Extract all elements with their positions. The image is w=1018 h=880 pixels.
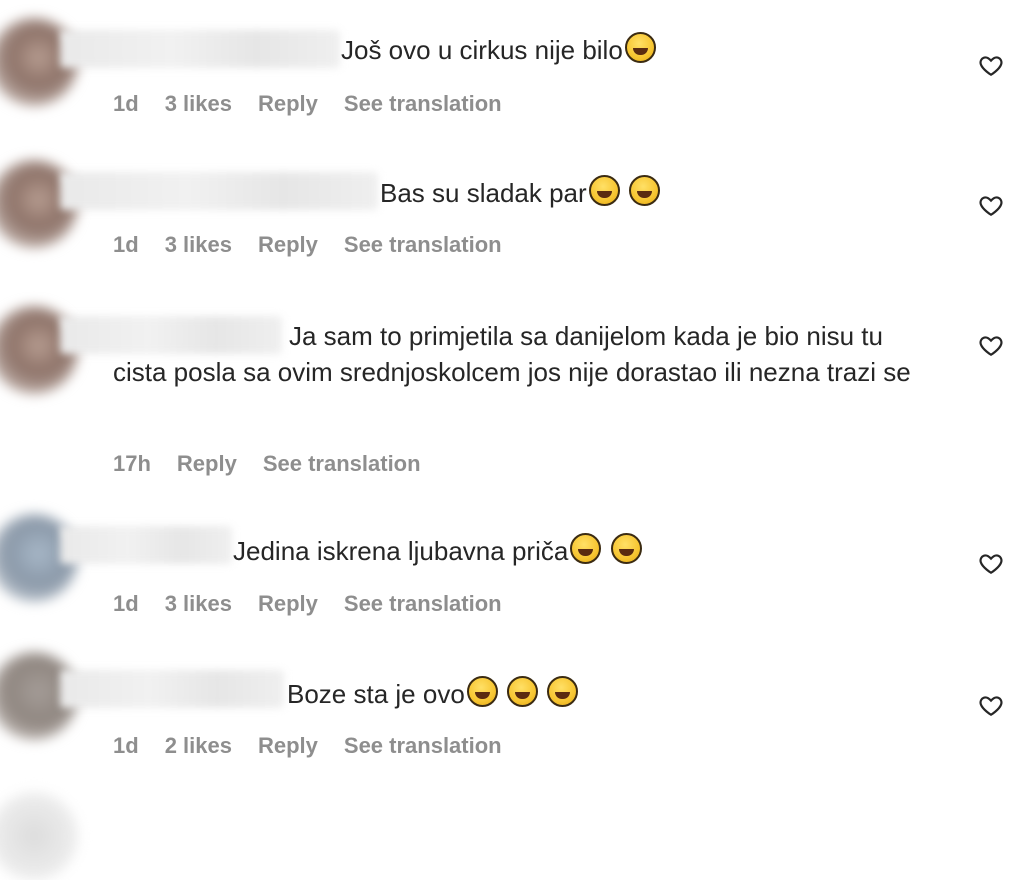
comment-time: 1d xyxy=(113,733,139,758)
comment-meta: 17h Reply See translation xyxy=(113,451,421,477)
avatar[interactable] xyxy=(0,792,78,880)
comment-meta: 1d 3 likes Reply See translation xyxy=(113,91,502,117)
reply-button[interactable]: Reply xyxy=(258,232,318,258)
comment-meta: 1d 2 likes Reply See translation xyxy=(113,733,502,759)
comment-time: 1d xyxy=(113,232,139,257)
laughing-tears-emoji xyxy=(610,533,642,564)
laughing-tears-emoji xyxy=(466,676,498,707)
comment-time: 1d xyxy=(113,591,139,616)
laughing-tears-emoji xyxy=(570,533,602,564)
see-translation-button[interactable]: See translation xyxy=(344,591,502,617)
likes-count[interactable]: 3 likes xyxy=(165,232,232,258)
comment-meta: 1d 3 likes Reply See translation xyxy=(113,232,502,258)
heart-outline-icon[interactable] xyxy=(978,550,1004,576)
username-blurred[interactable] xyxy=(60,30,340,68)
comment-text: Jedina iskrena ljubavna priča xyxy=(233,533,642,569)
reply-button[interactable]: Reply xyxy=(177,451,237,477)
username-blurred[interactable] xyxy=(60,526,232,564)
laughing-tears-emoji xyxy=(547,676,579,707)
see-translation-button[interactable]: See translation xyxy=(344,232,502,258)
heart-outline-icon[interactable] xyxy=(978,692,1004,718)
comment-time: 17h xyxy=(113,451,151,476)
see-translation-button[interactable]: See translation xyxy=(263,451,421,477)
comment-text: Bas su sladak par xyxy=(380,175,660,211)
likes-count[interactable]: 3 likes xyxy=(165,91,232,117)
reply-button[interactable]: Reply xyxy=(258,91,318,117)
comment-text: Boze sta je ovo xyxy=(287,676,579,712)
comment-meta: 1d 3 likes Reply See translation xyxy=(113,591,502,617)
reply-button[interactable]: Reply xyxy=(258,733,318,759)
username-blurred[interactable] xyxy=(60,670,284,708)
see-translation-button[interactable]: See translation xyxy=(344,733,502,759)
comment-text: Još ovo u cirkus nije bilo xyxy=(341,32,656,68)
heart-outline-icon[interactable] xyxy=(978,52,1004,78)
comment-text: Ja sam to primjetila sa danijelom kada j… xyxy=(113,321,911,387)
heart-outline-icon[interactable] xyxy=(978,332,1004,358)
username-blurred[interactable] xyxy=(60,172,378,210)
heart-outline-icon[interactable] xyxy=(978,192,1004,218)
likes-count[interactable]: 3 likes xyxy=(165,591,232,617)
reply-button[interactable]: Reply xyxy=(258,591,318,617)
laughing-tears-emoji xyxy=(507,676,539,707)
grinning-emoji xyxy=(588,175,620,206)
comment-time: 1d xyxy=(113,91,139,116)
laughing-tears-emoji xyxy=(624,32,656,63)
see-translation-button[interactable]: See translation xyxy=(344,91,502,117)
grinning-emoji xyxy=(628,175,660,206)
likes-count[interactable]: 2 likes xyxy=(165,733,232,759)
